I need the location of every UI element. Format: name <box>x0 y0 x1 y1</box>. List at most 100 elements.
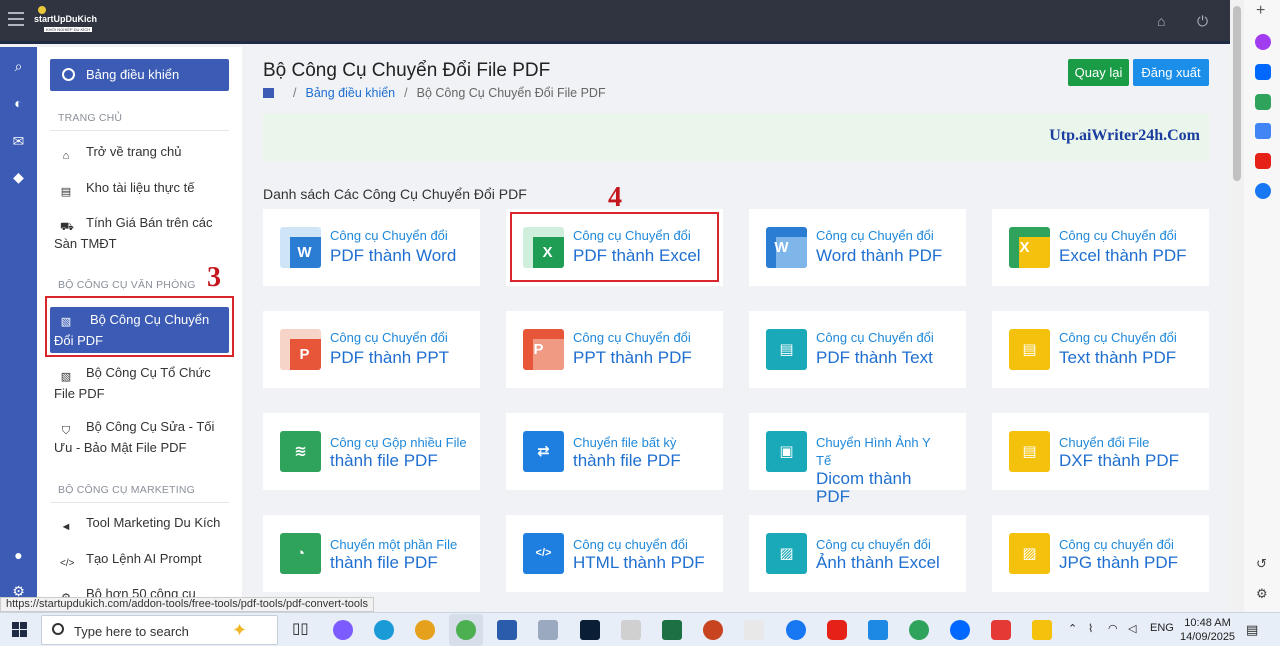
chrome-icon[interactable] <box>415 620 435 640</box>
notepad-icon[interactable] <box>621 620 641 640</box>
sidebar-section-marketing: BỘ CÔNG CỤ MARKETING <box>58 484 196 496</box>
image-file-icon: ▨ <box>766 533 807 574</box>
pie-file-icon: ◔ <box>280 533 321 574</box>
paint-icon[interactable] <box>538 620 558 640</box>
excel-to-pdf-icon: X <box>1009 227 1050 268</box>
text-to-pdf-icon: ▤ <box>1009 329 1050 370</box>
sidebar-item-pdf-organize[interactable]: ▧ Bộ Công Cụ Tổ Chức File PDF <box>54 362 229 404</box>
divider <box>50 130 229 131</box>
settings-icon[interactable]: ⚙ <box>1256 586 1268 602</box>
logo-tagline: KHỞI NGHIỆP DU KÍCH <box>44 27 93 32</box>
tool-card-merge-pdf[interactable]: ≋ Công cụ Gộp nhiều File thành file PDF <box>263 413 480 490</box>
volume-icon[interactable]: ◁ <box>1128 622 1136 635</box>
excel-app-icon[interactable] <box>662 620 682 640</box>
file-explorer-icon[interactable] <box>1032 620 1052 640</box>
sidebar-item-marketing-tool[interactable]: ◄ Tool Marketing Du Kích <box>54 512 229 533</box>
chevron-up-icon[interactable]: ⌃ <box>1068 622 1077 635</box>
breadcrumb-link-dashboard[interactable]: Bảng điều khiển <box>305 86 395 100</box>
back-button[interactable]: Quay lại <box>1068 59 1129 86</box>
mail-icon[interactable]: ✉ <box>0 133 37 150</box>
cube-icon <box>263 88 274 98</box>
pdf-app-icon[interactable] <box>744 620 764 640</box>
tool-card-image-to-excel[interactable]: ▨ Công cụ chuyển đổi Ảnh thành Excel <box>749 515 966 592</box>
tool-card-excel-to-pdf[interactable]: X Công cụ Chuyển đổi Excel thành PDF <box>992 209 1209 286</box>
scrollbar-thumb[interactable] <box>1233 6 1241 181</box>
gauge-icon <box>62 68 75 81</box>
tool-card-word-to-pdf[interactable]: W Công cụ Chuyển đổi Word thành PDF <box>749 209 966 286</box>
user-icon[interactable]: ● <box>0 547 37 563</box>
wifi-icon[interactable]: ◠ <box>1108 622 1118 635</box>
diamond-icon[interactable]: ◆ <box>0 169 37 186</box>
tool-card-pdf-to-text[interactable]: ▤ Công cụ Chuyển đổi PDF thành Text <box>749 311 966 388</box>
photoshop-icon[interactable] <box>580 620 600 640</box>
divider <box>50 502 229 503</box>
dxf-file-icon: ▤ <box>1009 431 1050 472</box>
youtube-app-icon[interactable] <box>827 620 847 640</box>
megaphone-icon: ◄ <box>60 521 72 533</box>
network-icon[interactable]: ⌇ <box>1088 622 1093 635</box>
tool-card-any-to-pdf[interactable]: ⇄ Chuyển file bất kỳ thành file PDF <box>506 413 723 490</box>
tool-card-partial-to-pdf[interactable]: ◔ Chuyển một phần File thành file PDF <box>263 515 480 592</box>
search-icon[interactable]: ⌕ <box>0 58 37 75</box>
word-icon: W <box>280 227 321 268</box>
breadcrumb-current: Bộ Công Cụ Chuyển Đổi File PDF <box>416 86 606 100</box>
history-icon[interactable]: ↺ <box>1256 556 1267 572</box>
sidebar-item-home[interactable]: ⌂ Trở về trang chủ <box>54 141 229 162</box>
tool-card-dxf-to-pdf[interactable]: ▤ Chuyển đổi File DXF thành PDF <box>992 413 1209 490</box>
sidebar-item-pdf-secure[interactable]: ⛉ Bộ Công Cụ Sửa - Tối Ưu - Bảo Mật File… <box>54 416 229 458</box>
tool-card-pdf-to-word[interactable]: W Công cụ Chuyển đổi PDF thành Word <box>263 209 480 286</box>
powerpoint-app-icon[interactable] <box>703 620 723 640</box>
app-5plus-icon[interactable] <box>991 620 1011 640</box>
word-app-icon[interactable] <box>497 620 517 640</box>
vscode-icon[interactable] <box>868 620 888 640</box>
facebook-icon[interactable] <box>1255 183 1271 199</box>
tool-card-dicom-to-pdf[interactable]: ▣ Chuyển Hình Ảnh Y Tế Dicom thành PDF <box>749 413 966 506</box>
powerpoint-icon: P <box>280 329 321 370</box>
sidebar-item-ai-prompt[interactable]: </> Tạo Lệnh AI Prompt <box>54 548 229 569</box>
language-indicator[interactable]: ENG <box>1150 622 1174 634</box>
sidebar-section-office: BỘ CÔNG CỤ VĂN PHÒNG <box>58 279 196 291</box>
notification-icon[interactable]: ▤ <box>1246 622 1258 638</box>
sidebar-item-documents[interactable]: ▤ Kho tài liệu thực tế <box>54 177 229 198</box>
edge-icon[interactable] <box>374 620 394 640</box>
youtube-icon[interactable] <box>1255 153 1271 169</box>
page-title: Bộ Công Cụ Chuyển Đổi File PDF <box>263 60 551 81</box>
jpg-file-icon: ▨ <box>1009 533 1050 574</box>
taskbar-search-input[interactable]: Type here to search ✦ <box>41 615 278 645</box>
copilot-icon[interactable] <box>333 620 353 640</box>
tool-card-pdf-to-ppt[interactable]: P Công cụ Chuyển đổi PDF thành PPT <box>263 311 480 388</box>
site-logo[interactable]: startUpDuKich KHỞI NGHIỆP DU KÍCH <box>32 5 112 35</box>
logo-text: startUpDuKich <box>34 14 98 24</box>
menu-toggle-icon[interactable] <box>8 12 24 26</box>
windows-start-icon[interactable] <box>12 622 27 637</box>
sidebar-item-dashboard[interactable]: Bảng điều khiển <box>50 59 229 91</box>
sidebar-item-pricing[interactable]: ⛟ Tính Giá Bán trên các Sàn TMĐT <box>54 212 229 254</box>
tool-card-jpg-to-pdf[interactable]: ▨ Công cụ chuyển đổi JPG thành PDF <box>992 515 1209 592</box>
logout-button[interactable]: Đăng xuất <box>1133 59 1209 86</box>
add-icon[interactable]: + <box>1256 2 1265 20</box>
annotation-step-4: 4 <box>608 182 622 213</box>
zalo-icon[interactable] <box>1255 64 1271 80</box>
tool-card-html-to-pdf[interactable]: </> Công cụ chuyển đổi HTML thành PDF <box>506 515 723 592</box>
translate-icon[interactable] <box>1255 123 1271 139</box>
pdf-file-icon: ▧ <box>60 371 72 383</box>
file-icon: ▤ <box>60 186 72 198</box>
word-to-pdf-icon: W <box>766 227 807 268</box>
dashboard-icon[interactable]: ◐ <box>0 95 37 111</box>
status-bar-url: https://startupdukich.com/addon-tools/fr… <box>0 597 374 612</box>
home-icon[interactable]: ⌂ <box>1157 13 1165 29</box>
tool-card-ppt-to-pdf[interactable]: P Công cụ Chuyển đổi PPT thành PDF <box>506 311 723 388</box>
power-icon[interactable]: ⏻ <box>1197 13 1208 30</box>
banner-brand[interactable]: Utp.aiWriter24h.Com <box>1049 127 1200 145</box>
zalo-app-icon[interactable] <box>950 620 970 640</box>
game-icon[interactable] <box>1255 94 1271 110</box>
messenger-icon[interactable] <box>1255 34 1271 50</box>
task-view-icon[interactable]: ▯▯ <box>292 619 309 637</box>
clock[interactable]: 10:48 AM 14/09/2025 <box>1180 616 1235 644</box>
coccoc-icon[interactable] <box>456 620 476 640</box>
chrome-profile-icon[interactable] <box>909 620 929 640</box>
annotation-step-3: 3 <box>207 262 221 293</box>
facebook-app-icon[interactable] <box>786 620 806 640</box>
annotation-highlight-box <box>510 212 719 282</box>
tool-card-text-to-pdf[interactable]: ▤ Công cụ Chuyển đổi Text thành PDF <box>992 311 1209 388</box>
